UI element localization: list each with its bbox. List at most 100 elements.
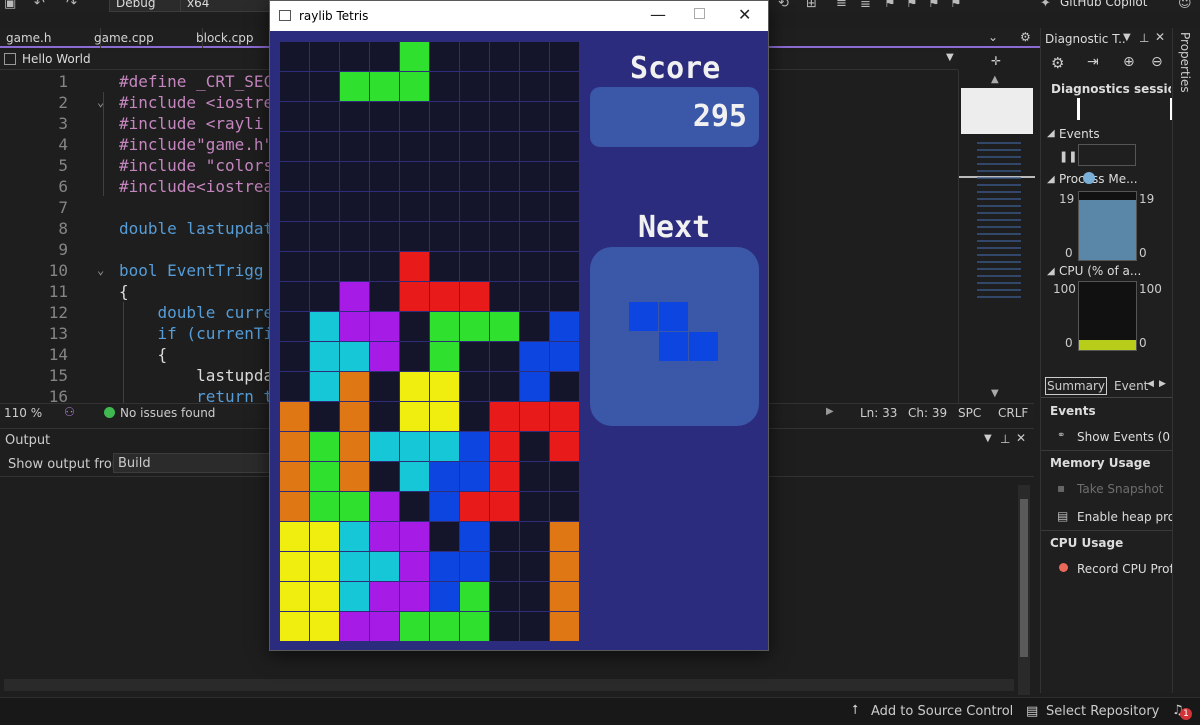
output-scrollbar[interactable]	[1018, 485, 1030, 695]
collapse-icon[interactable]: ◢	[1047, 174, 1055, 185]
indent-guide	[103, 92, 104, 196]
collapse-icon[interactable]: ◢	[1047, 128, 1055, 139]
pause-icon[interactable]: ❚❚	[1059, 150, 1077, 163]
column-indicator[interactable]: Ch: 39	[908, 406, 947, 420]
zoom-out-icon[interactable]: ⊖	[1151, 54, 1163, 70]
show-events-link[interactable]: Show Events (0 of	[1077, 430, 1173, 444]
code-text: #include"game.h"	[119, 135, 274, 154]
account-icon[interactable]: ☺	[1178, 0, 1192, 11]
process-memory-graph[interactable]	[1078, 191, 1137, 261]
empty-cell	[489, 611, 520, 642]
tab-game-h[interactable]: game.h	[0, 28, 101, 48]
block-cell	[339, 611, 370, 642]
scope-dropdown[interactable]: Hello World	[22, 52, 91, 66]
take-snapshot-button[interactable]: Take Snapshot	[1077, 482, 1173, 496]
minimize-button[interactable]: —	[650, 5, 666, 24]
undo-icon[interactable]: ↶	[34, 0, 45, 11]
line-number: 12	[48, 303, 68, 322]
empty-cell	[429, 71, 460, 102]
record-icon	[1059, 563, 1068, 572]
zoom-in-icon[interactable]: ⊕	[1123, 54, 1135, 70]
redo-icon[interactable]: ↷	[66, 0, 77, 11]
close-icon[interactable]: ✕	[1155, 30, 1165, 44]
cpu-usage-graph[interactable]	[1078, 281, 1137, 351]
maximize-button[interactable]	[694, 8, 705, 19]
copilot-button[interactable]: GitHub Copilot	[1060, 0, 1147, 9]
tab-next-icon[interactable]: ▶	[1159, 379, 1166, 389]
uncomment-icon[interactable]: ≣	[860, 0, 871, 11]
zoom-level[interactable]: 110 %	[4, 406, 42, 420]
events-graph[interactable]	[1078, 144, 1136, 166]
cpu-max-right: 100	[1139, 282, 1162, 296]
tab-overflow-icon[interactable]: ⌄	[988, 30, 998, 44]
export-icon[interactable]: ⇥	[1087, 54, 1099, 70]
tab-summary[interactable]: Summary	[1045, 377, 1107, 395]
record-cpu-profile-button[interactable]: Record CPU Profil	[1077, 562, 1173, 576]
empty-cell	[369, 281, 400, 312]
empty-cell	[309, 191, 340, 222]
empty-cell	[429, 221, 460, 252]
split-icon[interactable]: ✛	[991, 54, 1001, 68]
bookmark-prev-icon[interactable]: ⚑	[906, 0, 918, 11]
block-cell	[549, 581, 580, 612]
block-cell	[309, 581, 340, 612]
block-cell	[399, 251, 430, 282]
empty-cell	[309, 41, 340, 72]
gear-icon[interactable]: ⚙	[1051, 54, 1064, 72]
comment-icon[interactable]: ≡	[836, 0, 847, 11]
platform-dropdown[interactable]: x64	[180, 0, 280, 12]
pin-icon[interactable]: ⊥	[1139, 31, 1149, 45]
empty-cell	[519, 521, 550, 552]
spacing-indicator[interactable]: SPC	[958, 406, 981, 420]
fold-toggle-icon[interactable]: ⌄	[97, 260, 104, 281]
game-window[interactable]: raylib Tetris — ✕ Score 295 Next	[269, 0, 769, 651]
issues-status[interactable]: No issues found	[120, 406, 215, 420]
output-source-dropdown[interactable]: Build	[113, 453, 273, 473]
add-to-source-control-button[interactable]: Add to Source Control	[871, 704, 1013, 719]
bookmark-icon[interactable]: ⚑	[884, 0, 896, 11]
snapshot-marker-icon[interactable]	[1083, 172, 1095, 184]
copilot-icon[interactable]: ✦	[1040, 0, 1051, 11]
enable-heap-profiling-checkbox[interactable]: Enable heap profi	[1077, 510, 1173, 524]
bookmark-clear-icon[interactable]: ⚑	[950, 0, 962, 11]
events-graph-label: Events	[1059, 127, 1100, 141]
minimap[interactable]: ✛ ▲ ▼	[958, 54, 1035, 403]
pin-icon[interactable]: ⊥	[1000, 432, 1010, 446]
copilot-status-icon[interactable]: ⚇	[64, 405, 75, 419]
minimap-viewport[interactable]	[961, 88, 1033, 134]
configuration-dropdown[interactable]: Debug	[109, 0, 189, 12]
empty-cell	[399, 191, 430, 222]
next-piece-cell	[659, 332, 688, 361]
empty-cell	[519, 311, 550, 342]
chevron-down-icon[interactable]: ▼	[946, 52, 954, 63]
select-repository-button[interactable]: Select Repository	[1046, 704, 1159, 719]
project-icon	[4, 53, 16, 65]
line-indicator[interactable]: Ln: 33	[860, 406, 897, 420]
toolbar-icon[interactable]: ⟲	[778, 0, 789, 11]
tab-prev-icon[interactable]: ◀	[1147, 379, 1154, 389]
scroll-up-icon[interactable]: ▲	[991, 74, 999, 85]
block-cell	[519, 401, 550, 432]
tab-game-cpp[interactable]: game.cpp	[88, 28, 203, 48]
panel-menu-icon[interactable]: ▼	[1123, 32, 1131, 43]
bookmark-next-icon[interactable]: ⚑	[928, 0, 940, 11]
properties-side-tab[interactable]: Properties	[1172, 28, 1200, 693]
scroll-right-icon[interactable]: ▶	[826, 406, 834, 417]
collapse-icon[interactable]: ◢	[1047, 266, 1055, 277]
block-cell	[339, 581, 370, 612]
cpu-min-left: 0	[1065, 336, 1073, 350]
properties-tab-label[interactable]: Properties	[1178, 32, 1192, 93]
window-titlebar[interactable]: raylib Tetris — ✕	[270, 1, 768, 31]
close-icon[interactable]: ✕	[1016, 431, 1026, 445]
session-timeline[interactable]	[1077, 98, 1173, 120]
save-icon[interactable]: ▣	[4, 0, 16, 11]
output-hscrollbar[interactable]	[4, 679, 1014, 691]
scroll-down-icon[interactable]: ▼	[991, 388, 999, 399]
eol-indicator[interactable]: CRLF	[998, 406, 1028, 420]
toolbar-icon[interactable]: ⊞	[806, 0, 817, 11]
empty-cell	[429, 101, 460, 132]
panel-menu-icon[interactable]: ▼	[984, 433, 992, 444]
gear-icon[interactable]: ⚙	[1020, 30, 1031, 44]
close-button[interactable]: ✕	[738, 5, 751, 24]
tab-events[interactable]: Event	[1114, 379, 1148, 393]
